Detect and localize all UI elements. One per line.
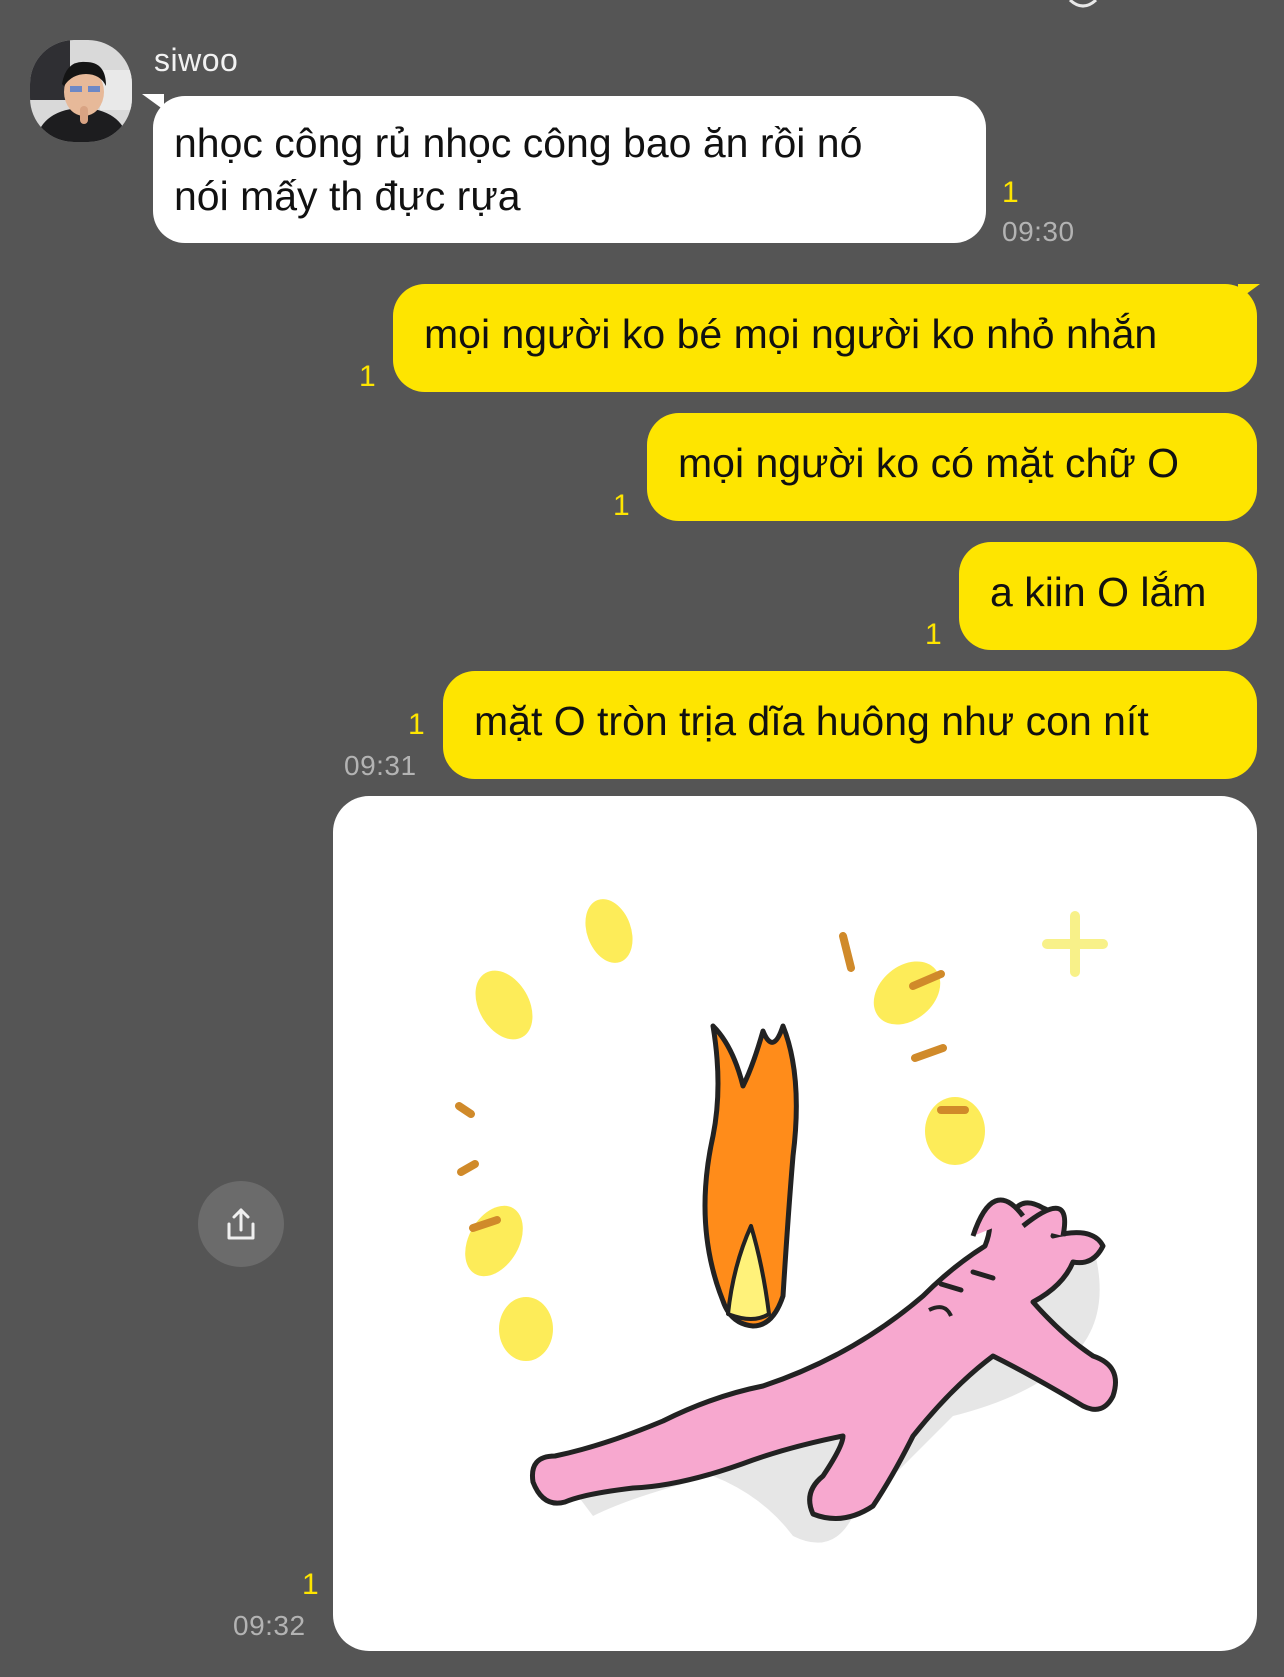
incoming-message-bubble[interactable]: nhọc công rủ nhọc công bao ăn rồi nó nói… bbox=[153, 96, 986, 243]
outgoing-message-bubble[interactable]: mặt O tròn trịa dĩa huông như con nít bbox=[443, 671, 1257, 779]
sender-avatar[interactable] bbox=[30, 40, 132, 142]
unread-count: 1 bbox=[1002, 176, 1019, 209]
sender-name: siwoo bbox=[154, 42, 239, 78]
outgoing-message-bubble[interactable]: a kiin O lắm bbox=[959, 542, 1257, 650]
outgoing-message-bubble[interactable]: mọi người ko có mặt chữ O bbox=[647, 413, 1257, 521]
sticker-image-message[interactable] bbox=[333, 796, 1257, 1651]
unread-count: 1 bbox=[359, 360, 376, 393]
outgoing-message-text: mặt O tròn trịa dĩa huông như con nít bbox=[474, 698, 1149, 744]
incoming-message-line-1: nhọc công rủ nhọc công bao ăn rồi nó bbox=[174, 120, 863, 166]
outgoing-message-text: mọi người ko có mặt chữ O bbox=[678, 440, 1180, 486]
message-time: 09:32 bbox=[233, 1610, 306, 1641]
avatar-photo bbox=[30, 40, 132, 142]
share-icon bbox=[227, 1208, 255, 1240]
unread-count: 1 bbox=[302, 1568, 319, 1601]
share-button[interactable] bbox=[198, 1181, 284, 1267]
top-edge-indicator bbox=[1068, 0, 1098, 8]
sticker-illustration bbox=[455, 899, 1118, 1543]
message-time: 09:31 bbox=[344, 750, 417, 781]
outgoing-message-text: mọi người ko bé mọi người ko nhỏ nhắn bbox=[424, 311, 1158, 357]
unread-count: 1 bbox=[408, 708, 425, 741]
outgoing-message-text: a kiin O lắm bbox=[990, 569, 1207, 615]
unread-count: 1 bbox=[925, 618, 942, 651]
unread-count: 1 bbox=[613, 489, 630, 522]
outgoing-message-bubble[interactable]: mọi người ko bé mọi người ko nhỏ nhắn bbox=[393, 284, 1257, 392]
incoming-message-line-2: nói mấy th đực rựa bbox=[174, 173, 521, 219]
message-time: 09:30 bbox=[1002, 216, 1075, 247]
